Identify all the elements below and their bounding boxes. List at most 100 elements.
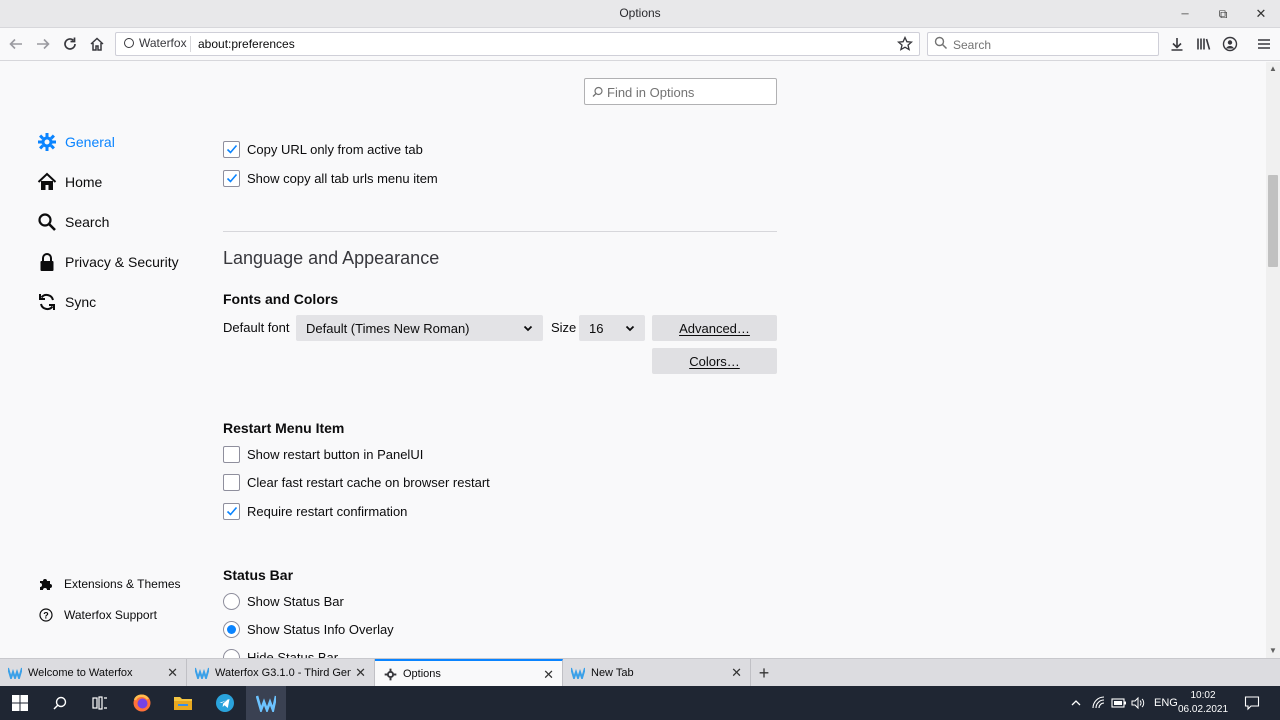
download-icon — [1171, 38, 1183, 51]
restore-button[interactable]: ⧉ — [1206, 0, 1240, 28]
back-button[interactable] — [3, 31, 29, 57]
size-label: Size — [551, 320, 577, 335]
task-view-icon — [92, 696, 107, 710]
bookmark-star-button[interactable] — [895, 34, 915, 54]
radio[interactable] — [223, 648, 240, 658]
sidebar-item-privacy[interactable]: Privacy & Security — [36, 250, 179, 274]
tab-options[interactable]: Options ✕ — [375, 659, 563, 687]
windows-logo-icon — [12, 695, 28, 711]
search-bar[interactable]: Search — [927, 32, 1159, 56]
puzzle-icon — [38, 576, 54, 592]
scroll-up-arrow-icon[interactable]: ▲ — [1269, 64, 1277, 73]
support-link[interactable]: ? Waterfox Support — [38, 606, 157, 624]
tab-waterfox-g3[interactable]: Waterfox G3.1.0 - Third Genera ✕ — [187, 659, 375, 687]
url-text[interactable]: about:preferences — [198, 37, 295, 51]
input-language-indicator[interactable]: ENG — [1154, 686, 1178, 720]
menu-button[interactable] — [1253, 33, 1275, 55]
colors-button[interactable]: Colors… — [652, 348, 777, 374]
account-button[interactable] — [1219, 33, 1241, 55]
copy-url-active-tab-checkbox[interactable]: Copy URL only from active tab — [223, 140, 423, 158]
sidebar-item-sync[interactable]: Sync — [36, 290, 96, 314]
action-center-button[interactable] — [1244, 686, 1260, 720]
checkbox[interactable] — [223, 502, 240, 520]
site-identity[interactable]: Waterfox — [124, 36, 187, 50]
sidebar-item-general[interactable]: General — [36, 130, 115, 154]
find-in-options-input[interactable]: Find in Options — [584, 78, 777, 105]
hide-status-bar-radio[interactable]: Hide Status Bar — [223, 648, 338, 658]
page-scrollbar[interactable]: ▲ ▼ — [1266, 62, 1280, 658]
svg-text:?: ? — [43, 611, 49, 621]
url-bar[interactable]: Waterfox about:preferences — [115, 32, 920, 56]
telegram-taskbar-button[interactable] — [205, 686, 245, 720]
section-divider — [223, 231, 777, 232]
task-view-button[interactable] — [80, 686, 120, 720]
window-title: Options — [619, 6, 661, 20]
home-icon — [90, 37, 104, 51]
identity-label: Waterfox — [139, 36, 187, 50]
scroll-down-arrow-icon[interactable]: ▼ — [1269, 646, 1277, 655]
star-icon — [897, 36, 913, 51]
network-status-button[interactable] — [1092, 686, 1106, 720]
new-tab-button[interactable]: + — [752, 660, 776, 686]
scrollbar-thumb[interactable] — [1268, 175, 1278, 267]
default-font-select[interactable]: Default (Times New Roman) — [296, 315, 543, 341]
fonts-colors-heading: Fonts and Colors — [223, 291, 339, 307]
reload-button[interactable] — [57, 31, 83, 57]
show-copy-all-tabs-checkbox[interactable]: Show copy all tab urls menu item — [223, 169, 438, 187]
waterfox-icon — [7, 665, 23, 681]
gear-icon — [36, 131, 58, 153]
advanced-fonts-button[interactable]: Advanced… — [652, 315, 777, 341]
language-appearance-title: Language and Appearance — [223, 248, 440, 268]
radio[interactable] — [223, 620, 240, 638]
minimize-button[interactable]: ─ — [1168, 0, 1202, 28]
help-icon: ? — [38, 607, 54, 623]
close-window-button[interactable]: ✕ — [1244, 0, 1278, 28]
tab-welcome[interactable]: Welcome to Waterfox ✕ — [0, 659, 187, 687]
firefox-taskbar-button[interactable] — [122, 686, 162, 720]
forward-button[interactable] — [30, 31, 56, 57]
clock[interactable]: 10:02 06.02.2021 — [1178, 689, 1228, 717]
forward-arrow-icon — [37, 38, 50, 50]
file-explorer-taskbar-button[interactable] — [163, 686, 203, 720]
checkbox[interactable] — [223, 445, 240, 463]
checkbox[interactable] — [223, 169, 240, 187]
search-icon — [36, 211, 58, 233]
back-arrow-icon — [9, 38, 22, 50]
lock-icon — [36, 251, 58, 273]
clear-restart-cache-checkbox[interactable]: Clear fast restart cache on browser rest… — [223, 473, 490, 491]
checkbox[interactable] — [223, 140, 240, 158]
downloads-button[interactable] — [1166, 33, 1188, 55]
start-button[interactable] — [0, 686, 40, 720]
waterfox-taskbar-button[interactable] — [246, 686, 286, 720]
battery-icon — [1111, 698, 1126, 708]
sidebar-item-home[interactable]: Home — [36, 170, 102, 194]
home-icon — [36, 171, 58, 193]
close-tab-icon[interactable]: ✕ — [543, 667, 554, 683]
library-button[interactable] — [1193, 33, 1215, 55]
hamburger-menu-icon — [1258, 39, 1270, 49]
close-tab-icon[interactable]: ✕ — [731, 665, 742, 681]
show-restart-button-checkbox[interactable]: Show restart button in PanelUI — [223, 445, 423, 463]
tab-new-tab[interactable]: New Tab ✕ — [563, 659, 751, 687]
taskbar-search-button[interactable] — [40, 686, 80, 720]
require-restart-confirmation-checkbox[interactable]: Require restart confirmation — [223, 502, 407, 520]
volume-button[interactable] — [1131, 686, 1145, 720]
chevron-down-icon — [625, 325, 635, 332]
close-tab-icon[interactable]: ✕ — [355, 665, 366, 681]
close-tab-icon[interactable]: ✕ — [167, 665, 178, 681]
checkbox[interactable] — [223, 473, 240, 491]
show-hidden-icons-button[interactable] — [1070, 686, 1082, 720]
radio-label: Show Status Info Overlay — [247, 621, 394, 637]
radio[interactable] — [223, 592, 240, 610]
extensions-themes-link[interactable]: Extensions & Themes — [38, 575, 181, 593]
show-status-bar-radio[interactable]: Show Status Bar — [223, 592, 344, 610]
home-button[interactable] — [84, 31, 110, 57]
battery-status-button[interactable] — [1111, 686, 1127, 720]
show-status-info-overlay-radio[interactable]: Show Status Info Overlay — [223, 620, 394, 638]
font-size-select[interactable]: 16 — [579, 315, 645, 341]
sidebar-item-search[interactable]: Search — [36, 210, 109, 234]
checkmark-icon — [226, 506, 237, 516]
identity-icon — [124, 38, 134, 48]
folder-icon — [174, 697, 192, 710]
navigation-toolbar: Waterfox about:preferences Search — [0, 29, 1280, 61]
